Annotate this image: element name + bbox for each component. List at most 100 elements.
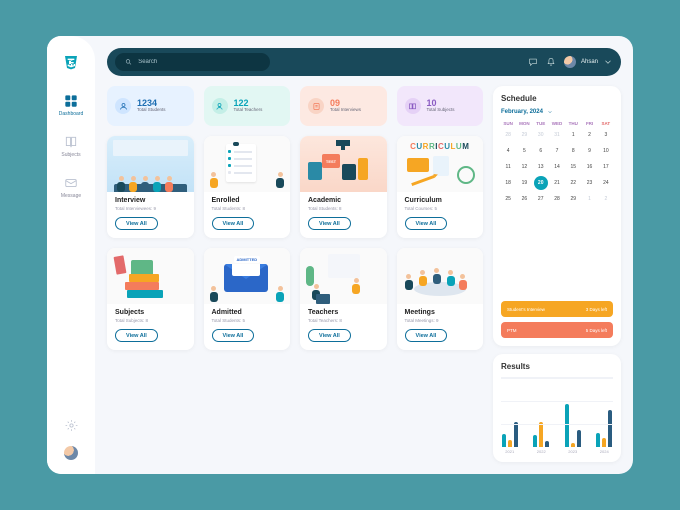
schedule-event[interactable]: PTM 5 Days left	[501, 322, 613, 338]
card-teachers: Teachers Total Teachers: 8 View All	[300, 248, 387, 350]
bar	[596, 433, 600, 447]
calendar-day[interactable]: 11	[501, 160, 515, 174]
view-all-button[interactable]: View All	[405, 217, 448, 230]
calendar-day[interactable]: 17	[599, 160, 613, 174]
calendar-day[interactable]: 10	[599, 144, 613, 158]
bar-group	[564, 404, 582, 447]
calendar-day[interactable]: 16	[583, 160, 597, 174]
teachers-icon	[212, 98, 228, 114]
search-input[interactable]	[138, 59, 260, 65]
calendar-day[interactable]: 24	[599, 176, 613, 190]
calendar-day[interactable]: 18	[501, 176, 515, 190]
calendar-dow: WED	[550, 121, 564, 126]
calendar-day[interactable]: 1	[583, 192, 597, 206]
app-window: Dashboard Subjects Message	[47, 36, 633, 474]
card-title: Teachers	[308, 309, 379, 316]
chevron-down-icon	[603, 57, 613, 67]
bar	[565, 404, 569, 447]
results-panel: Results 2021202220232024	[493, 354, 621, 462]
bell-icon[interactable]	[546, 57, 556, 67]
calendar-day[interactable]: 7	[550, 144, 564, 158]
view-all-button[interactable]: View All	[115, 217, 158, 230]
calendar-month-selector[interactable]: February, 2024	[501, 109, 613, 115]
bar	[539, 422, 543, 447]
card-interview: Interview Total Interviewees: 9 View All	[107, 136, 194, 238]
stat-total-students: 1234 Total Students	[107, 86, 194, 126]
card-image	[107, 248, 194, 304]
view-all-button[interactable]: View All	[308, 329, 351, 342]
bar-group	[501, 422, 519, 447]
bar	[533, 435, 537, 447]
calendar-day[interactable]: 29	[566, 192, 580, 206]
card-title: Meetings	[405, 309, 476, 316]
card-enrolled: Enrolled Total Students: 8 View All	[204, 136, 291, 238]
schedule-event[interactable]: Student's Interview 3 Days left	[501, 301, 613, 317]
card-title: Enrolled	[212, 197, 283, 204]
view-all-button[interactable]: View All	[115, 329, 158, 342]
book-icon	[64, 135, 78, 149]
calendar-day[interactable]: 21	[550, 176, 564, 190]
calendar-day[interactable]: 1	[566, 128, 580, 142]
calendar-dow: MON	[517, 121, 531, 126]
calendar-day[interactable]: 26	[517, 192, 531, 206]
calendar-day[interactable]: 3	[599, 128, 613, 142]
chat-icon[interactable]	[528, 57, 538, 67]
card-image: ADMITTED	[204, 248, 291, 304]
bar	[502, 434, 506, 447]
calendar-day[interactable]: 20	[534, 176, 548, 190]
calendar-day[interactable]: 27	[534, 192, 548, 206]
chevron-down-icon	[547, 109, 553, 115]
calendar-day[interactable]: 29	[517, 128, 531, 142]
view-all-button[interactable]: View All	[212, 329, 255, 342]
view-all-button[interactable]: View All	[308, 217, 351, 230]
user-menu[interactable]: Ahsan	[564, 56, 613, 68]
calendar-day[interactable]: 5	[517, 144, 531, 158]
calendar-day[interactable]: 6	[534, 144, 548, 158]
content: 1234 Total Students 122 Total Teachers	[95, 86, 633, 474]
schedule-panel: Schedule February, 2024 SUNMONTUEWEDTHUF…	[493, 86, 621, 346]
calendar-month: February, 2024	[501, 109, 543, 115]
sidebar: Dashboard Subjects Message	[47, 36, 95, 474]
calendar-day[interactable]: 15	[566, 160, 580, 174]
calendar-day[interactable]: 28	[501, 128, 515, 142]
stat-label: Total Teachers	[234, 108, 263, 113]
card-subtitle: Total Students: 8	[212, 206, 283, 211]
card-image: CURRICULUM	[397, 136, 484, 192]
x-axis-label: 2023	[564, 449, 582, 454]
x-axis-label: 2022	[533, 449, 551, 454]
calendar-day[interactable]: 25	[501, 192, 515, 206]
bar	[514, 422, 518, 447]
calendar-day[interactable]: 14	[550, 160, 564, 174]
nav-dashboard[interactable]: Dashboard	[52, 90, 90, 121]
calendar-day[interactable]: 2	[599, 192, 613, 206]
view-all-button[interactable]: View All	[405, 329, 448, 342]
nav-message[interactable]: Message	[52, 172, 90, 203]
calendar-day[interactable]: 12	[517, 160, 531, 174]
calendar-day[interactable]: 30	[534, 128, 548, 142]
calendar-day[interactable]: 13	[534, 160, 548, 174]
search-box[interactable]	[115, 53, 270, 71]
calendar-day[interactable]: 22	[566, 176, 580, 190]
view-all-button[interactable]: View All	[212, 217, 255, 230]
calendar-day[interactable]: 2	[583, 128, 597, 142]
calendar-day[interactable]: 4	[501, 144, 515, 158]
calendar-day[interactable]: 31	[550, 128, 564, 142]
stats-row: 1234 Total Students 122 Total Teachers	[107, 86, 483, 126]
panel-title: Results	[501, 362, 613, 371]
calendar-day[interactable]: 8	[566, 144, 580, 158]
calendar-day[interactable]: 28	[550, 192, 564, 206]
nav-label: Dashboard	[59, 111, 83, 117]
calendar-day[interactable]: 9	[583, 144, 597, 158]
event-right: 3 Days left	[586, 307, 607, 312]
main: Ahsan 1234 Total Students	[95, 36, 633, 474]
x-axis-label: 2021	[501, 449, 519, 454]
calendar-day[interactable]: 19	[517, 176, 531, 190]
card-subtitle: Total Students: 5	[212, 318, 283, 323]
nav-subjects[interactable]: Subjects	[52, 131, 90, 162]
sidebar-avatar[interactable]	[64, 446, 78, 460]
nav-settings[interactable]	[52, 415, 90, 436]
card-admitted: ADMITTED Admitted Total Students: 5 View…	[204, 248, 291, 350]
calendar-dow: SAT	[599, 121, 613, 126]
card-subjects: Subjects Total Subjects: 8 View All	[107, 248, 194, 350]
calendar-day[interactable]: 23	[583, 176, 597, 190]
